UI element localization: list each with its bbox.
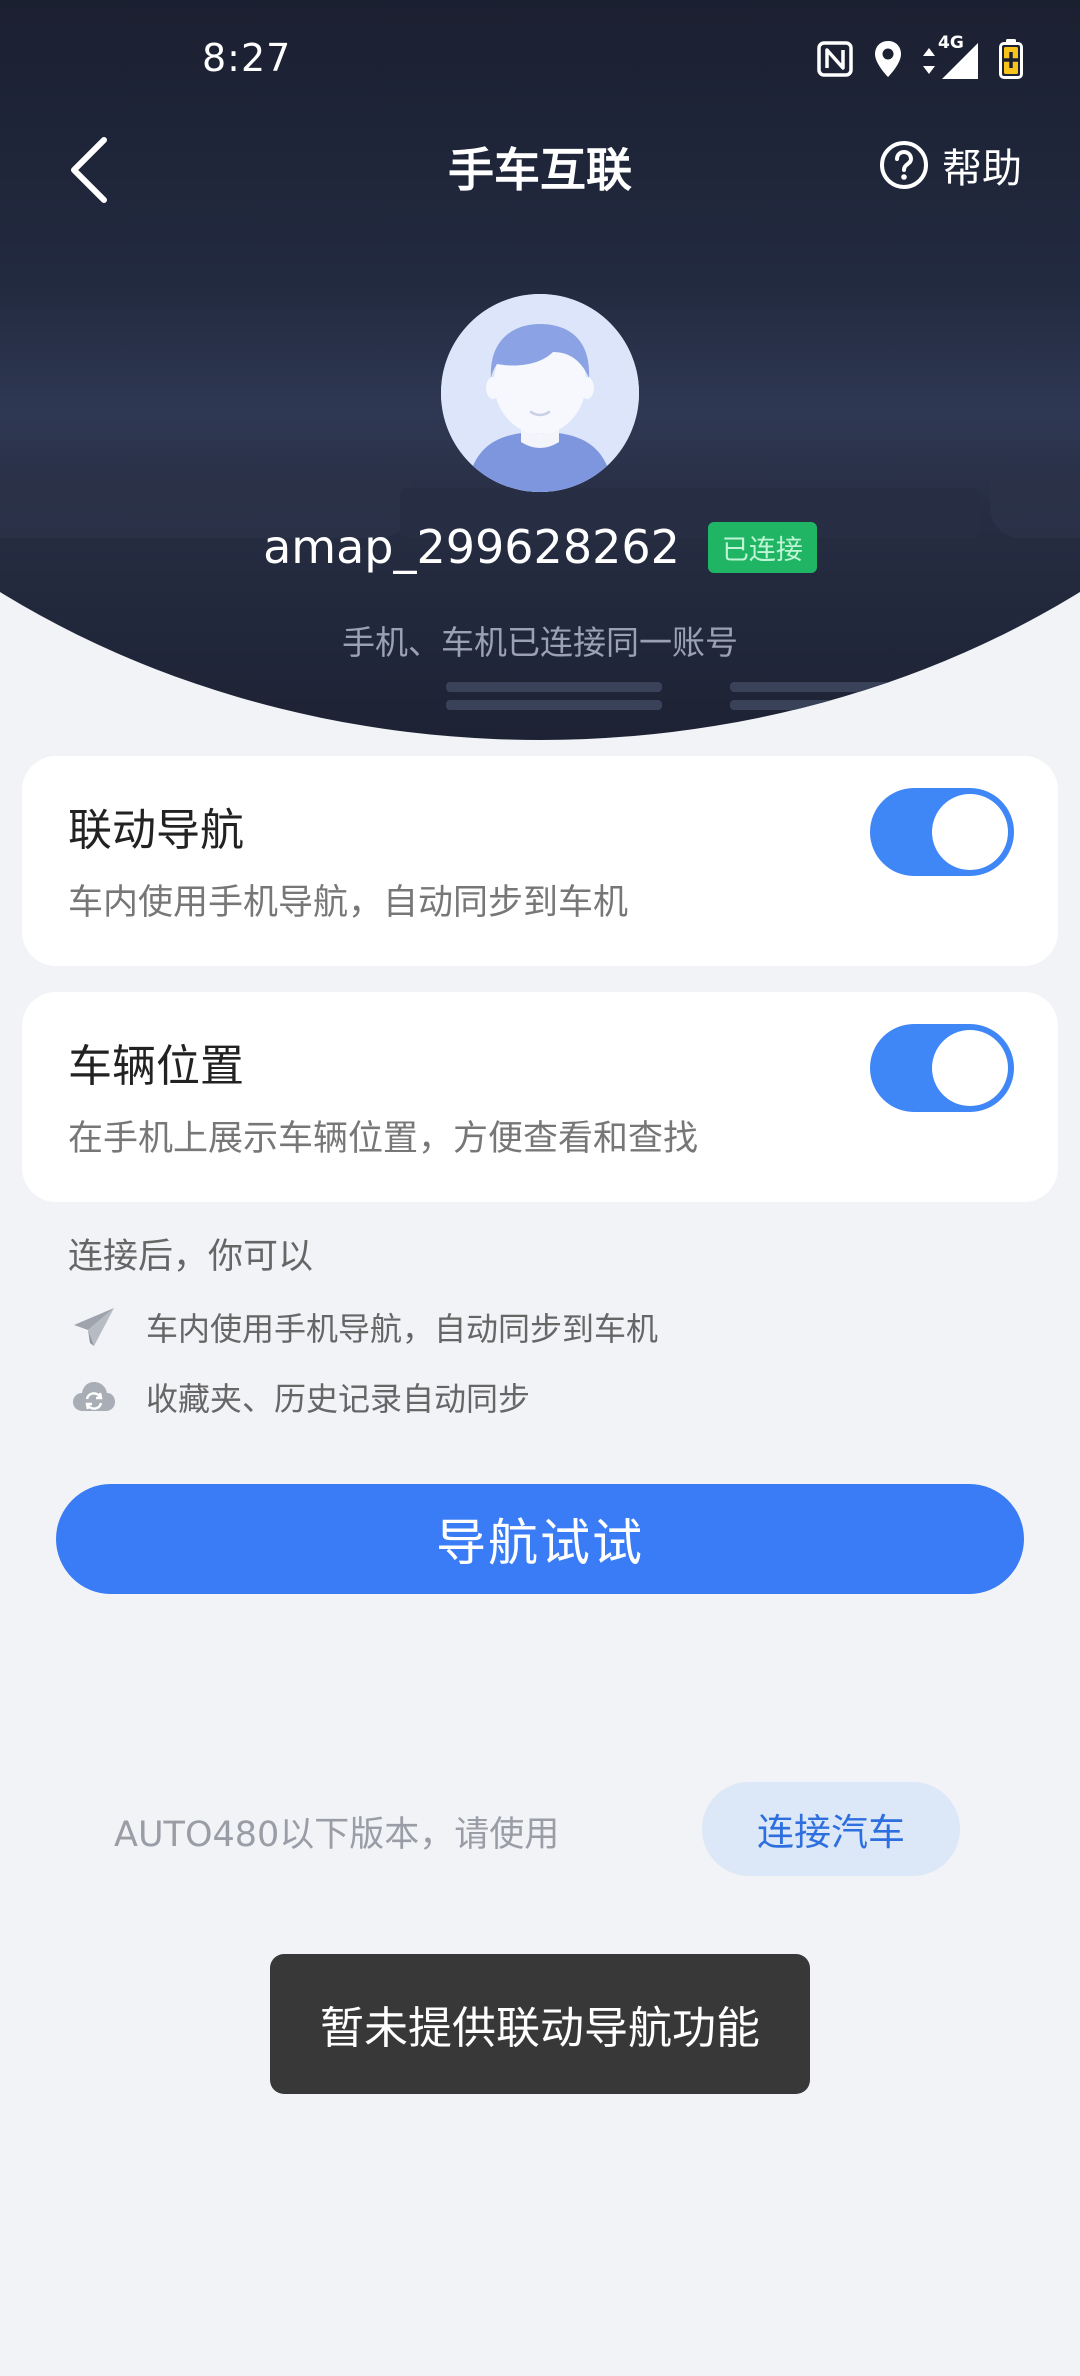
username: amap_299628262: [263, 520, 680, 574]
status-time: 8:27: [202, 36, 292, 80]
feature-text: 车内使用手机导航，自动同步到车机: [146, 1310, 659, 1348]
vehicle-location-toggle[interactable]: [870, 1024, 1014, 1112]
vent-decoration: [730, 700, 946, 710]
help-circle-icon: [880, 141, 928, 189]
vent-decoration: [446, 682, 662, 692]
help-label: 帮助: [942, 146, 1022, 192]
cloud-sync-icon: [72, 1375, 116, 1419]
try-navigation-button[interactable]: 导航试试: [56, 1484, 1024, 1594]
features-heading: 连接后，你可以: [68, 1237, 314, 1277]
linked-navigation-toggle[interactable]: [870, 788, 1014, 876]
data-arrows-icon: [923, 48, 935, 74]
username-row: amap_299628262 已连接: [0, 520, 1080, 574]
vent-decoration: [730, 682, 946, 692]
toast-message: 暂未提供联动导航功能: [270, 1954, 810, 2094]
setting-card-linked-navigation: 联动导航 车内使用手机导航，自动同步到车机: [22, 756, 1058, 966]
connect-car-button[interactable]: 连接汽车: [702, 1782, 960, 1876]
status-icons: 4G: [816, 33, 1024, 84]
feature-item: 车内使用手机导航，自动同步到车机: [72, 1304, 658, 1350]
help-button[interactable]: 帮助: [878, 136, 1022, 194]
feature-text: 收藏夹、历史记录自动同步: [146, 1380, 531, 1418]
location-icon: [872, 39, 904, 83]
setting-card-vehicle-location: 车辆位置 在手机上展示车辆位置，方便查看和查找: [22, 992, 1058, 1202]
nfc-icon: [816, 40, 854, 82]
setting-description: 车内使用手机导航，自动同步到车机: [68, 883, 629, 923]
avatar[interactable]: [441, 294, 639, 492]
feature-item: 收藏夹、历史记录自动同步: [72, 1374, 530, 1420]
toggle-knob: [932, 794, 1008, 870]
setting-description: 在手机上展示车辆位置，方便查看和查找: [68, 1119, 699, 1159]
signal-group: 4G: [922, 33, 980, 81]
paper-plane-icon: [72, 1305, 116, 1349]
network-type-label: 4G: [938, 33, 964, 53]
setting-title: 联动导航: [68, 805, 244, 856]
legacy-version-hint: AUTO480以下版本，请使用: [114, 1815, 560, 1855]
battery-icon: [998, 38, 1024, 84]
status-bar: 8:27 4G: [0, 0, 1080, 120]
account-hint: 手机、车机已连接同一账号: [342, 623, 738, 662]
user-avatar-icon: [441, 294, 639, 492]
connection-status-badge: 已连接: [707, 521, 817, 573]
vent-decoration: [446, 700, 662, 710]
setting-title: 车辆位置: [68, 1041, 244, 1092]
toggle-knob: [932, 1030, 1008, 1106]
